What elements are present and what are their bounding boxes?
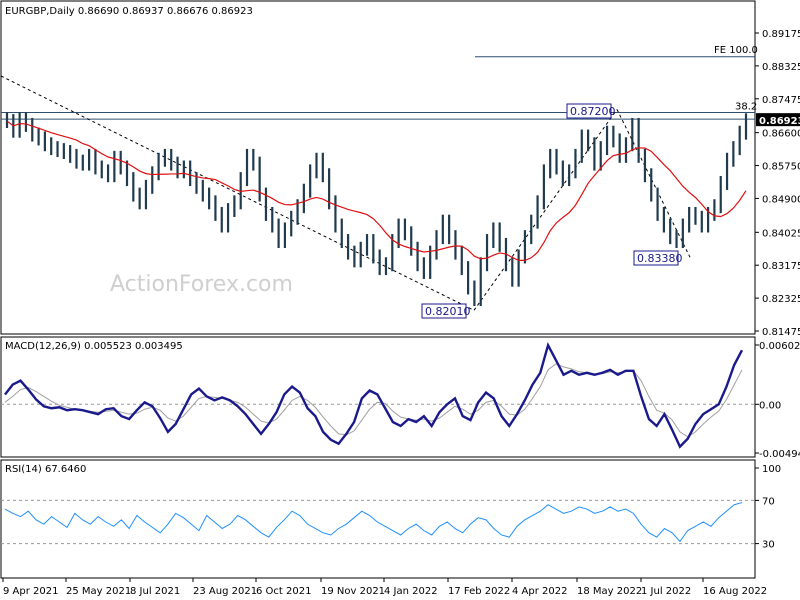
x-tick-label: 25 May 2021 — [66, 586, 131, 597]
price-y-tick-label: 0.83175 — [762, 261, 800, 272]
price-y-tick-label: 0.86600 — [762, 129, 800, 140]
last-price-label: 0.86923 — [759, 116, 800, 127]
x-tick-label: 4 Jan 2022 — [384, 586, 438, 597]
macd-pane-title: MACD(12,26,9) 0.005523 0.003495 — [5, 341, 183, 352]
rsi-pane-title: RSI(14) 67.6460 — [5, 464, 86, 475]
x-tick-label: 16 Aug 2022 — [703, 586, 767, 597]
x-tick-label: 6 Oct 2021 — [256, 586, 311, 597]
x-tick-label: 1 Jul 2022 — [641, 586, 691, 597]
x-tick-label: 17 Feb 2022 — [448, 586, 510, 597]
macd-y-tick-label: 0.006021 — [759, 341, 800, 352]
price-annotation-label: 0.82010 — [425, 305, 471, 318]
x-tick-label: 18 May 2022 — [577, 586, 642, 597]
rsi-y-tick-label: 100 — [762, 464, 781, 475]
fe-100-label: FE 100.0 — [714, 45, 758, 56]
eurgbp-daily-chart: ActionForex.com FE 100.0 38.2 0.87200 0.82… — [0, 0, 800, 597]
x-tick-label: 8 Jul 2021 — [130, 586, 180, 597]
watermark: ActionForex.com — [110, 272, 293, 297]
x-tick-label: 9 Apr 2021 — [3, 586, 58, 597]
macd-y-tick-label: -0.004944 — [759, 449, 800, 460]
price-y-tick-label: 0.88325 — [762, 62, 800, 73]
rsi-pane — [0, 459, 756, 579]
price-y-tick-label: 0.81475 — [762, 327, 800, 338]
fib-382-label: 38.2 — [735, 102, 757, 113]
price-y-tick-label: 0.84900 — [762, 194, 800, 205]
price-y-tick-label: 0.84025 — [762, 228, 800, 239]
price-y-tick-label: 0.82325 — [762, 294, 800, 305]
x-tick-label: 4 Apr 2022 — [512, 586, 567, 597]
price-y-tick-label: 0.85750 — [762, 162, 800, 173]
price-y-tick-label: 0.87475 — [762, 95, 800, 106]
x-tick-label: 23 Aug 2021 — [193, 586, 257, 597]
macd-y-tick-label: 0.00 — [759, 400, 781, 411]
price-y-tick-label: 0.89175 — [762, 29, 800, 40]
x-tick-label: 19 Nov 2021 — [321, 586, 385, 597]
rsi-y-tick-label: 30 — [762, 540, 775, 551]
price-pane-title: EURGBP,Daily 0.86690 0.86937 0.86676 0.8… — [5, 6, 253, 17]
price-annotation-label: 0.83380 — [637, 252, 683, 265]
rsi-y-tick-label: 70 — [762, 496, 775, 507]
price-annotation-label: 0.87200 — [570, 105, 616, 118]
